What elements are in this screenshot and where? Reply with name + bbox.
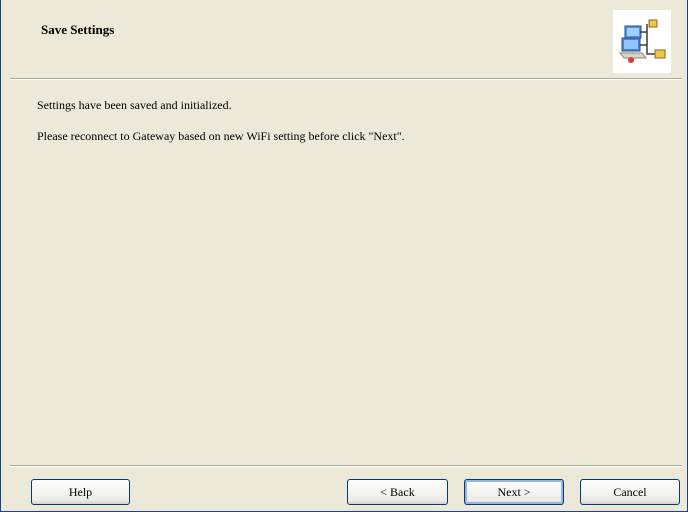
cancel-button[interactable]: Cancel (580, 479, 680, 505)
help-button[interactable]: Help (31, 479, 130, 505)
header-divider (10, 78, 682, 80)
back-button[interactable]: < Back (347, 479, 448, 505)
network-computers-icon (618, 19, 666, 63)
next-button[interactable]: Next > (464, 479, 564, 505)
wizard-header: Save Settings (10, 10, 682, 78)
page-title: Save Settings (41, 22, 115, 37)
header-icon-panel (613, 10, 671, 73)
instruction-message: Please reconnect to Gateway based on new… (37, 129, 405, 143)
wizard-window: Save Settings Settings have been saved a… (0, 0, 688, 512)
status-message: Settings have been saved and initialized… (37, 98, 232, 112)
footer-divider (10, 465, 682, 467)
